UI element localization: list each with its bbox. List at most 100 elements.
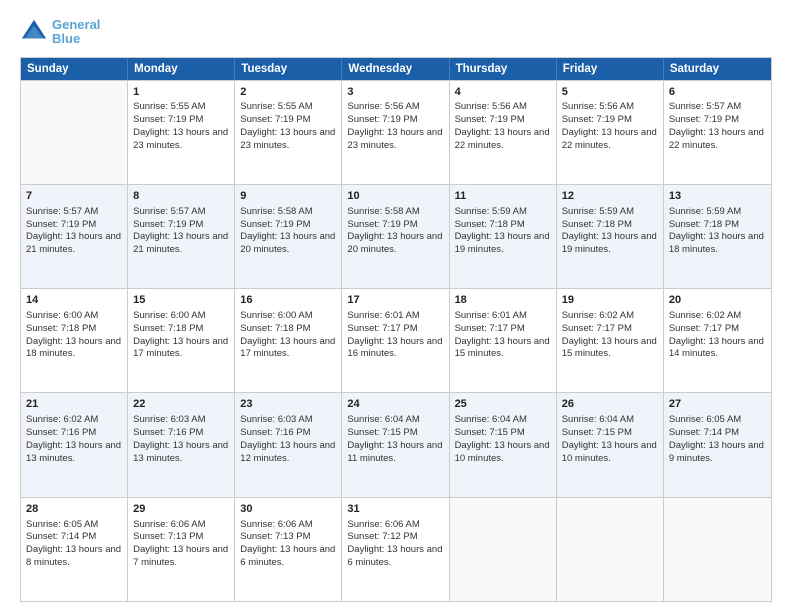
daylight-text: Daylight: 13 hours and 23 minutes. (347, 127, 442, 151)
sunset-text: Sunset: 7:19 PM (347, 219, 417, 230)
sunset-text: Sunset: 7:18 PM (26, 323, 96, 334)
day-number: 8 (133, 189, 229, 204)
daylight-text: Daylight: 13 hours and 23 minutes. (133, 127, 228, 151)
header: General Blue (20, 18, 772, 47)
day-number: 4 (455, 85, 551, 100)
day-number: 3 (347, 85, 443, 100)
daylight-text: Daylight: 13 hours and 6 minutes. (240, 544, 335, 568)
calendar-empty-cell (450, 498, 557, 601)
day-number: 31 (347, 502, 443, 517)
calendar-header-thursday: Thursday (450, 58, 557, 80)
daylight-text: Daylight: 13 hours and 6 minutes. (347, 544, 442, 568)
day-number: 9 (240, 189, 336, 204)
day-number: 5 (562, 85, 658, 100)
sunset-text: Sunset: 7:16 PM (133, 427, 203, 438)
sunset-text: Sunset: 7:13 PM (240, 531, 310, 542)
sunrise-text: Sunrise: 6:04 AM (562, 414, 634, 425)
day-number: 19 (562, 293, 658, 308)
calendar-day-28: 28Sunrise: 6:05 AMSunset: 7:14 PMDayligh… (21, 498, 128, 601)
day-number: 22 (133, 397, 229, 412)
calendar-header-saturday: Saturday (664, 58, 771, 80)
sunset-text: Sunset: 7:14 PM (26, 531, 96, 542)
day-number: 29 (133, 502, 229, 517)
calendar-day-20: 20Sunrise: 6:02 AMSunset: 7:17 PMDayligh… (664, 289, 771, 392)
sunrise-text: Sunrise: 5:55 AM (240, 101, 312, 112)
logo: General Blue (20, 18, 100, 47)
calendar-day-13: 13Sunrise: 5:59 AMSunset: 7:18 PMDayligh… (664, 185, 771, 288)
calendar-header-sunday: Sunday (21, 58, 128, 80)
day-number: 25 (455, 397, 551, 412)
daylight-text: Daylight: 13 hours and 17 minutes. (240, 336, 335, 360)
day-number: 27 (669, 397, 766, 412)
day-number: 2 (240, 85, 336, 100)
calendar-week-2: 7Sunrise: 5:57 AMSunset: 7:19 PMDaylight… (21, 184, 771, 288)
calendar-day-4: 4Sunrise: 5:56 AMSunset: 7:19 PMDaylight… (450, 81, 557, 184)
calendar-day-22: 22Sunrise: 6:03 AMSunset: 7:16 PMDayligh… (128, 393, 235, 496)
calendar-day-11: 11Sunrise: 5:59 AMSunset: 7:18 PMDayligh… (450, 185, 557, 288)
calendar-header-friday: Friday (557, 58, 664, 80)
sunset-text: Sunset: 7:19 PM (240, 114, 310, 125)
calendar-day-23: 23Sunrise: 6:03 AMSunset: 7:16 PMDayligh… (235, 393, 342, 496)
daylight-text: Daylight: 13 hours and 11 minutes. (347, 440, 442, 464)
day-number: 30 (240, 502, 336, 517)
calendar-day-8: 8Sunrise: 5:57 AMSunset: 7:19 PMDaylight… (128, 185, 235, 288)
calendar-header-monday: Monday (128, 58, 235, 80)
sunrise-text: Sunrise: 5:56 AM (347, 101, 419, 112)
sunrise-text: Sunrise: 6:05 AM (669, 414, 741, 425)
sunset-text: Sunset: 7:12 PM (347, 531, 417, 542)
calendar-header: SundayMondayTuesdayWednesdayThursdayFrid… (21, 58, 771, 80)
sunset-text: Sunset: 7:18 PM (455, 219, 525, 230)
daylight-text: Daylight: 13 hours and 10 minutes. (562, 440, 657, 464)
calendar-week-3: 14Sunrise: 6:00 AMSunset: 7:18 PMDayligh… (21, 288, 771, 392)
sunrise-text: Sunrise: 6:06 AM (347, 519, 419, 530)
daylight-text: Daylight: 13 hours and 9 minutes. (669, 440, 764, 464)
sunrise-text: Sunrise: 5:58 AM (240, 206, 312, 217)
sunset-text: Sunset: 7:15 PM (455, 427, 525, 438)
calendar-day-29: 29Sunrise: 6:06 AMSunset: 7:13 PMDayligh… (128, 498, 235, 601)
calendar-day-9: 9Sunrise: 5:58 AMSunset: 7:19 PMDaylight… (235, 185, 342, 288)
sunset-text: Sunset: 7:18 PM (669, 219, 739, 230)
daylight-text: Daylight: 13 hours and 22 minutes. (562, 127, 657, 151)
calendar-day-10: 10Sunrise: 5:58 AMSunset: 7:19 PMDayligh… (342, 185, 449, 288)
calendar-day-24: 24Sunrise: 6:04 AMSunset: 7:15 PMDayligh… (342, 393, 449, 496)
day-number: 13 (669, 189, 766, 204)
calendar-week-1: 1Sunrise: 5:55 AMSunset: 7:19 PMDaylight… (21, 80, 771, 184)
daylight-text: Daylight: 13 hours and 23 minutes. (240, 127, 335, 151)
page: General Blue SundayMondayTuesdayWednesda… (0, 0, 792, 612)
sunrise-text: Sunrise: 5:55 AM (133, 101, 205, 112)
sunset-text: Sunset: 7:17 PM (669, 323, 739, 334)
calendar-body: 1Sunrise: 5:55 AMSunset: 7:19 PMDaylight… (21, 80, 771, 601)
daylight-text: Daylight: 13 hours and 18 minutes. (26, 336, 121, 360)
sunrise-text: Sunrise: 6:06 AM (240, 519, 312, 530)
sunset-text: Sunset: 7:19 PM (240, 219, 310, 230)
calendar-day-21: 21Sunrise: 6:02 AMSunset: 7:16 PMDayligh… (21, 393, 128, 496)
calendar-day-26: 26Sunrise: 6:04 AMSunset: 7:15 PMDayligh… (557, 393, 664, 496)
sunset-text: Sunset: 7:19 PM (26, 219, 96, 230)
sunset-text: Sunset: 7:19 PM (455, 114, 525, 125)
sunrise-text: Sunrise: 6:03 AM (133, 414, 205, 425)
calendar-day-6: 6Sunrise: 5:57 AMSunset: 7:19 PMDaylight… (664, 81, 771, 184)
calendar-day-12: 12Sunrise: 5:59 AMSunset: 7:18 PMDayligh… (557, 185, 664, 288)
calendar-day-15: 15Sunrise: 6:00 AMSunset: 7:18 PMDayligh… (128, 289, 235, 392)
day-number: 18 (455, 293, 551, 308)
day-number: 11 (455, 189, 551, 204)
day-number: 15 (133, 293, 229, 308)
sunrise-text: Sunrise: 5:56 AM (455, 101, 527, 112)
daylight-text: Daylight: 13 hours and 16 minutes. (347, 336, 442, 360)
calendar-day-18: 18Sunrise: 6:01 AMSunset: 7:17 PMDayligh… (450, 289, 557, 392)
sunrise-text: Sunrise: 6:05 AM (26, 519, 98, 530)
sunrise-text: Sunrise: 6:02 AM (669, 310, 741, 321)
day-number: 17 (347, 293, 443, 308)
sunset-text: Sunset: 7:16 PM (240, 427, 310, 438)
day-number: 21 (26, 397, 122, 412)
day-number: 6 (669, 85, 766, 100)
sunset-text: Sunset: 7:19 PM (133, 219, 203, 230)
daylight-text: Daylight: 13 hours and 14 minutes. (669, 336, 764, 360)
sunset-text: Sunset: 7:19 PM (669, 114, 739, 125)
calendar-day-3: 3Sunrise: 5:56 AMSunset: 7:19 PMDaylight… (342, 81, 449, 184)
daylight-text: Daylight: 13 hours and 17 minutes. (133, 336, 228, 360)
sunrise-text: Sunrise: 6:02 AM (26, 414, 98, 425)
calendar: SundayMondayTuesdayWednesdayThursdayFrid… (20, 57, 772, 602)
calendar-day-1: 1Sunrise: 5:55 AMSunset: 7:19 PMDaylight… (128, 81, 235, 184)
calendar-empty-cell (664, 498, 771, 601)
